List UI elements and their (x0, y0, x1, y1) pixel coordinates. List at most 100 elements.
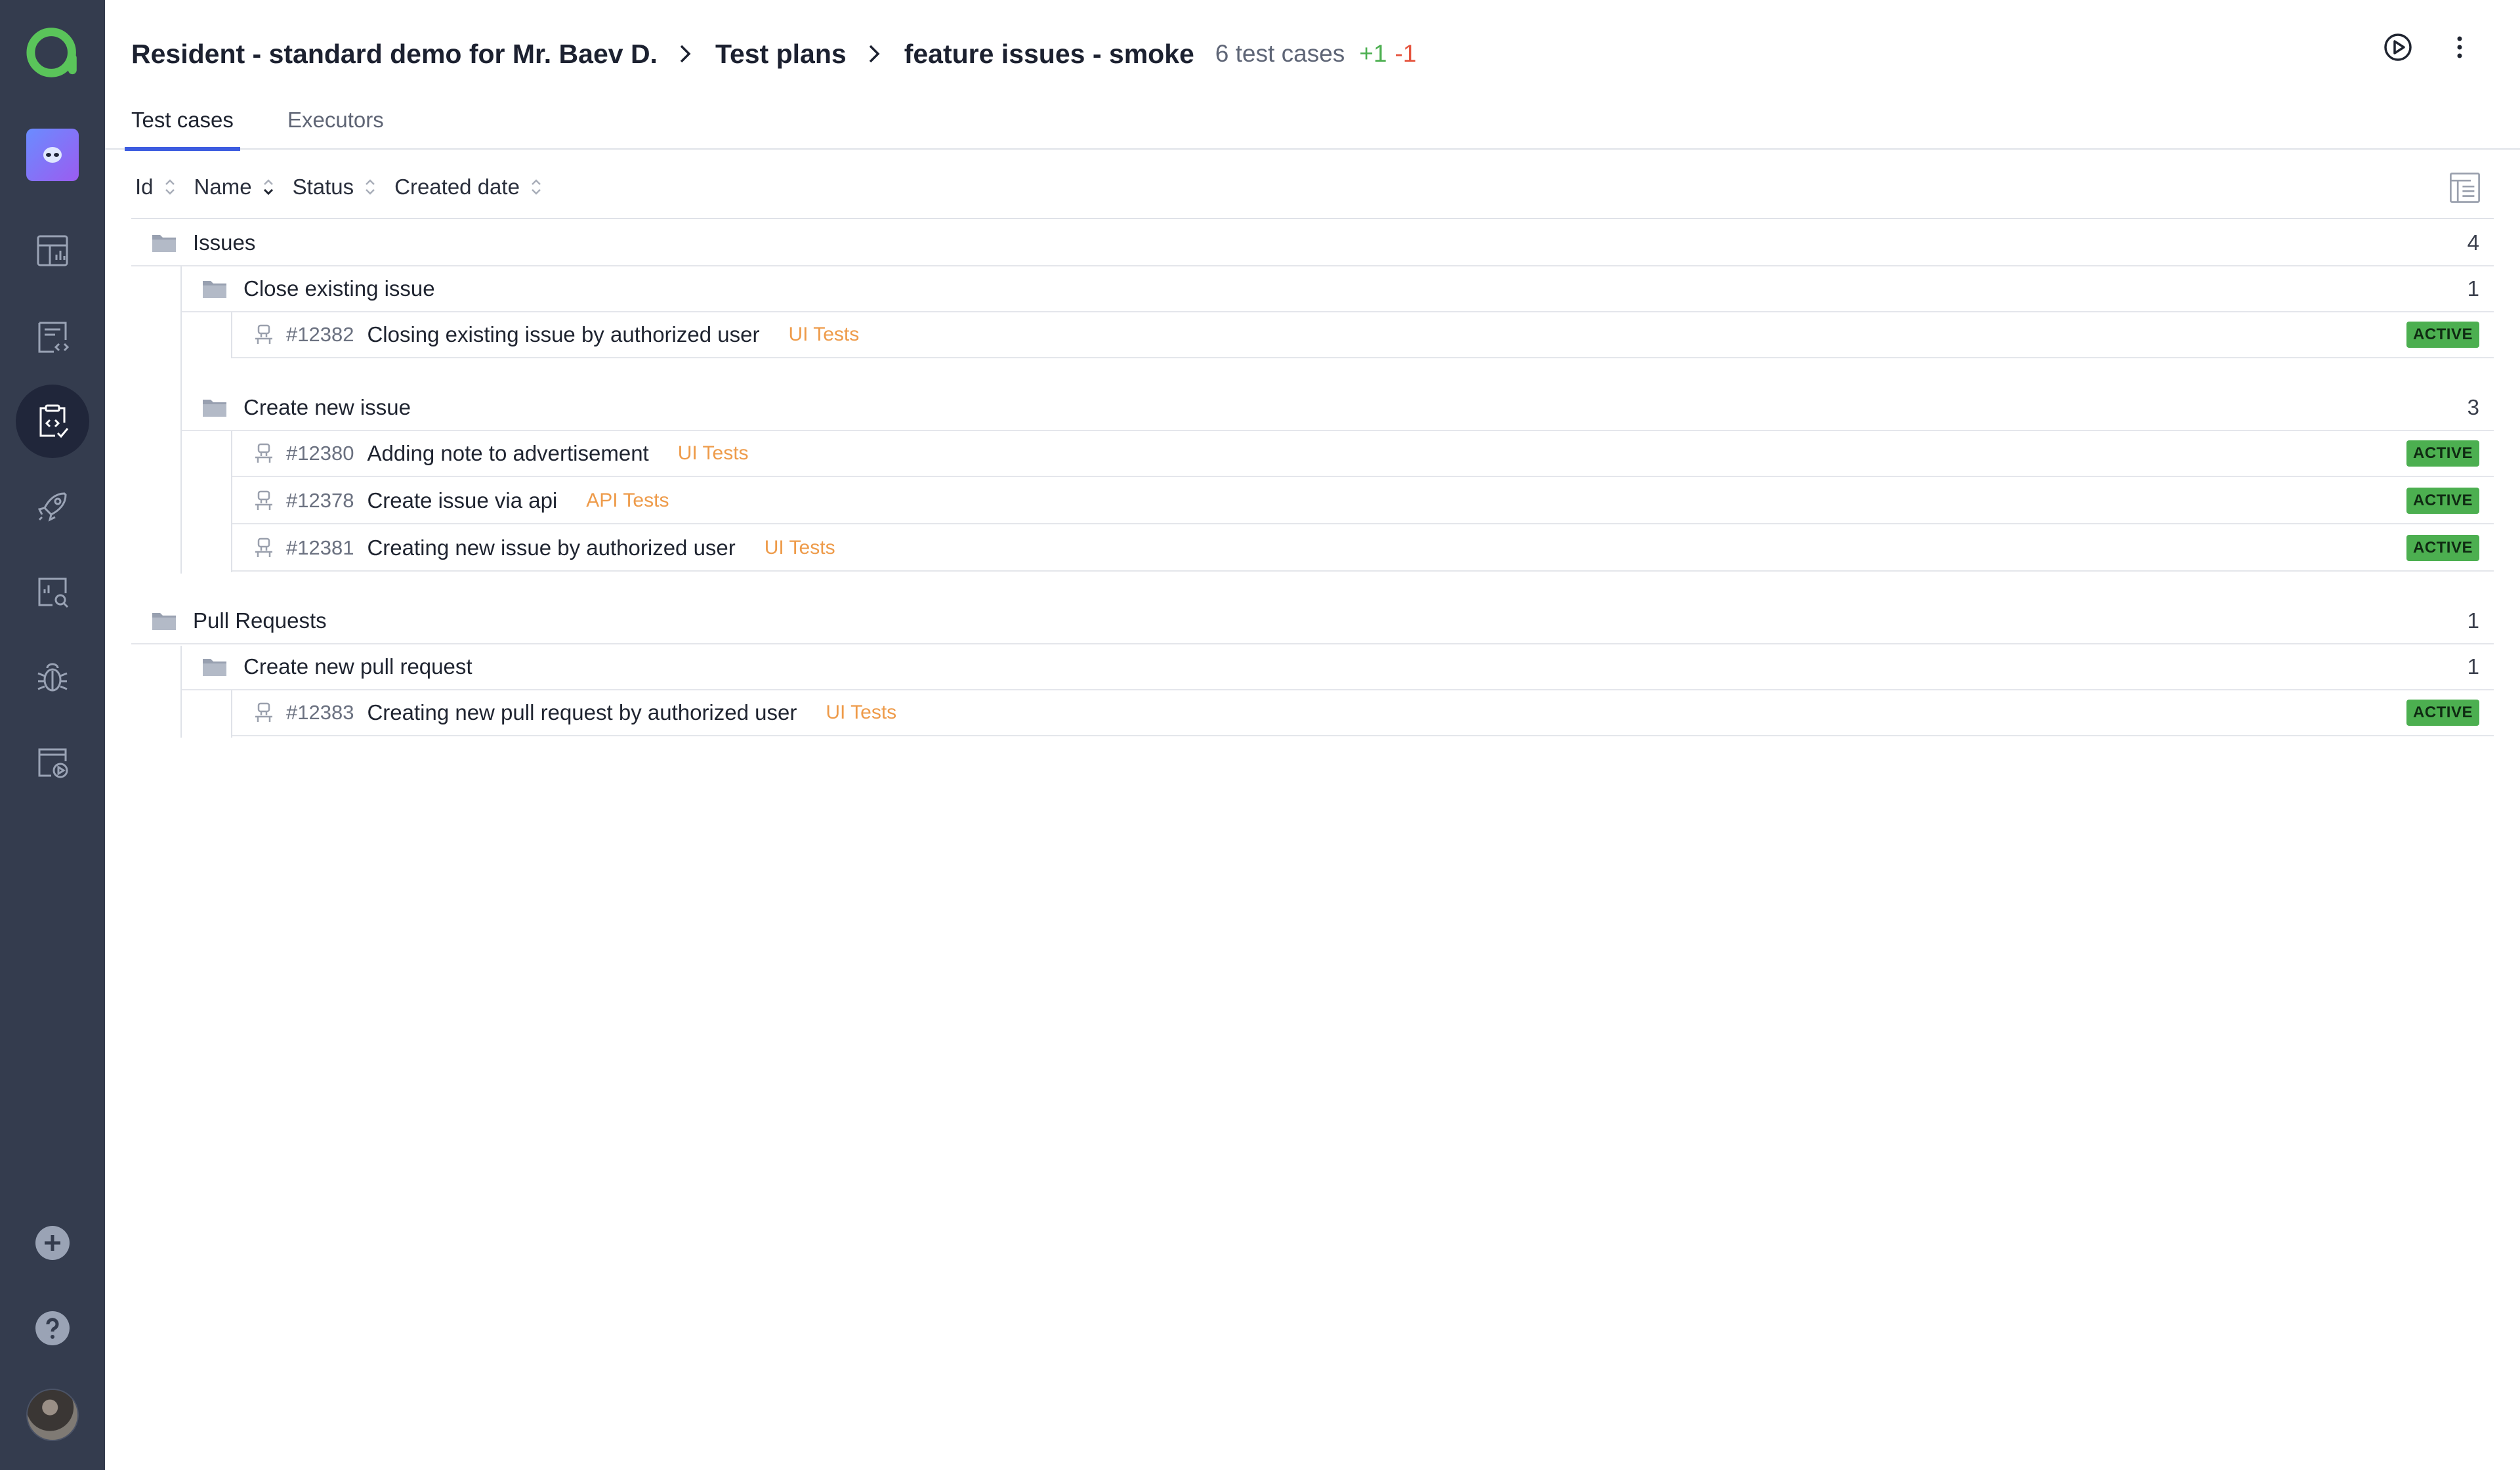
sort-by-name[interactable]: Name (194, 175, 276, 200)
test-plan-clipboard-icon (39, 404, 69, 438)
folder-icon (152, 613, 176, 630)
folder-name: Create new issue (243, 395, 411, 419)
app-logo[interactable] (16, 16, 89, 89)
sidebar-item-analytics[interactable] (16, 555, 89, 629)
test-case-row[interactable]: #12378 Create issue via api API Tests AC… (232, 478, 2494, 524)
sidebar (0, 0, 105, 1470)
test-case-name: Creating new issue by authorized user (367, 536, 736, 560)
more-menu-button[interactable] (2439, 26, 2481, 68)
test-case-name: Adding note to advertisement (367, 441, 649, 465)
rocket-icon (37, 492, 67, 522)
test-case-row[interactable]: #12382 Closing existing issue by authori… (232, 312, 2494, 358)
alien-icon (43, 147, 62, 163)
create-button[interactable] (16, 1206, 89, 1280)
tab-test-cases[interactable]: Test cases (125, 108, 240, 151)
dashboard-icon (37, 235, 68, 266)
test-case-row[interactable]: #12380 Adding note to advertisement UI T… (232, 431, 2494, 477)
report-search-icon (38, 578, 69, 608)
tab-executors[interactable]: Executors (281, 108, 390, 147)
test-case-id: #12381 (286, 536, 354, 559)
folder-count: 1 (2467, 276, 2479, 301)
folder-row[interactable]: Pull Requests 1 (131, 598, 2494, 644)
tab-bar: Test cases Executors (105, 98, 2520, 151)
folder-name: Issues (193, 230, 256, 255)
status-badge: ACTIVE (2406, 535, 2479, 561)
folder-icon (152, 235, 176, 252)
test-layer-tag: UI Tests (677, 442, 749, 464)
status-badge: ACTIVE (2406, 488, 2479, 514)
play-circle-icon (2384, 33, 2412, 61)
test-layer-tag: UI Tests (826, 702, 897, 723)
run-plan-button[interactable] (2377, 26, 2419, 68)
project-avatar (26, 129, 79, 181)
user-avatar (26, 1389, 79, 1441)
test-case-row[interactable]: #12383 Creating new pull request by auth… (232, 690, 2494, 736)
folder-row[interactable]: Issues 4 (131, 220, 2494, 266)
removed-count: -1 (1395, 40, 1417, 67)
folder-row[interactable]: Create new pull request 1 (182, 644, 2494, 690)
test-case-name: Creating new pull request by authorized … (367, 700, 797, 724)
column-created-date-label: Created date (394, 175, 520, 199)
folder-icon (203, 400, 226, 417)
sidebar-item-launches[interactable] (16, 470, 89, 543)
folder-count: 1 (2467, 608, 2479, 633)
job-run-icon (38, 748, 68, 778)
sidebar-item-defects[interactable] (16, 640, 89, 714)
more-vertical-icon (2457, 36, 2462, 58)
status-badge: ACTIVE (2406, 440, 2479, 467)
status-badge: ACTIVE (2406, 700, 2479, 726)
bug-icon (37, 663, 68, 692)
column-status-label: Status (292, 175, 354, 199)
tree-list-icon (2450, 173, 2480, 203)
test-case-id: #12378 (286, 489, 354, 512)
sort-icon (366, 179, 375, 195)
sidebar-item-test-plans[interactable] (16, 385, 89, 458)
folder-row[interactable]: Close existing issue 1 (182, 266, 2494, 312)
header-actions (2377, 26, 2481, 68)
status-badge: ACTIVE (2406, 322, 2479, 348)
sidebar-item-dashboards[interactable] (16, 214, 89, 287)
test-case-name: Create issue via api (367, 488, 558, 513)
sort-by-id[interactable]: Id (135, 175, 177, 200)
test-case-id: #12383 (286, 701, 354, 724)
sort-by-status[interactable]: Status (293, 175, 378, 200)
user-avatar-button[interactable] (16, 1378, 89, 1452)
breadcrumb: Resident - standard demo for Mr. Baev D.… (131, 33, 1416, 75)
automated-test-icon (255, 324, 272, 344)
help-button[interactable] (16, 1292, 89, 1365)
test-case-row[interactable]: #12381 Creating new issue by authorized … (232, 526, 2494, 572)
folder-row[interactable]: Create new issue 3 (182, 385, 2494, 431)
column-header: Id Name Status Created date (131, 156, 2494, 219)
folder-count: 1 (2467, 654, 2479, 679)
test-layer-tag: UI Tests (764, 537, 835, 558)
sidebar-item-jobs[interactable] (16, 726, 89, 799)
add-icon (35, 1226, 70, 1260)
automated-test-icon (255, 702, 272, 722)
sidebar-item-test-cases[interactable] (16, 301, 89, 374)
tree-view-toggle[interactable] (2445, 168, 2485, 207)
folder-count: 3 (2467, 395, 2479, 419)
chevron-right-icon (680, 45, 691, 63)
test-case-id: #12380 (286, 442, 354, 465)
folder-name: Pull Requests (193, 608, 327, 633)
folder-icon (203, 281, 226, 298)
test-layer-tag: UI Tests (788, 324, 860, 345)
code-file-icon (38, 322, 70, 353)
test-layer-tag: API Tests (586, 490, 669, 511)
automated-test-icon (255, 443, 272, 463)
sort-icon (532, 179, 541, 195)
chevron-right-icon (869, 45, 880, 63)
test-case-id: #12382 (286, 323, 354, 346)
page-title: feature issues - smoke (904, 38, 1194, 69)
column-id-label: Id (135, 175, 154, 199)
app-logo-icon (26, 28, 77, 77)
folder-name: Close existing issue (243, 276, 435, 301)
sort-desc-icon (263, 179, 273, 196)
sort-icon (165, 179, 175, 195)
column-name-label: Name (194, 175, 252, 199)
project-switcher[interactable] (16, 118, 89, 192)
sort-by-created-date[interactable]: Created date (394, 175, 543, 200)
breadcrumb-test-plans[interactable]: Test plans (715, 39, 847, 70)
breadcrumb-project[interactable]: Resident - standard demo for Mr. Baev D. (131, 39, 658, 70)
automated-test-icon (255, 490, 272, 510)
